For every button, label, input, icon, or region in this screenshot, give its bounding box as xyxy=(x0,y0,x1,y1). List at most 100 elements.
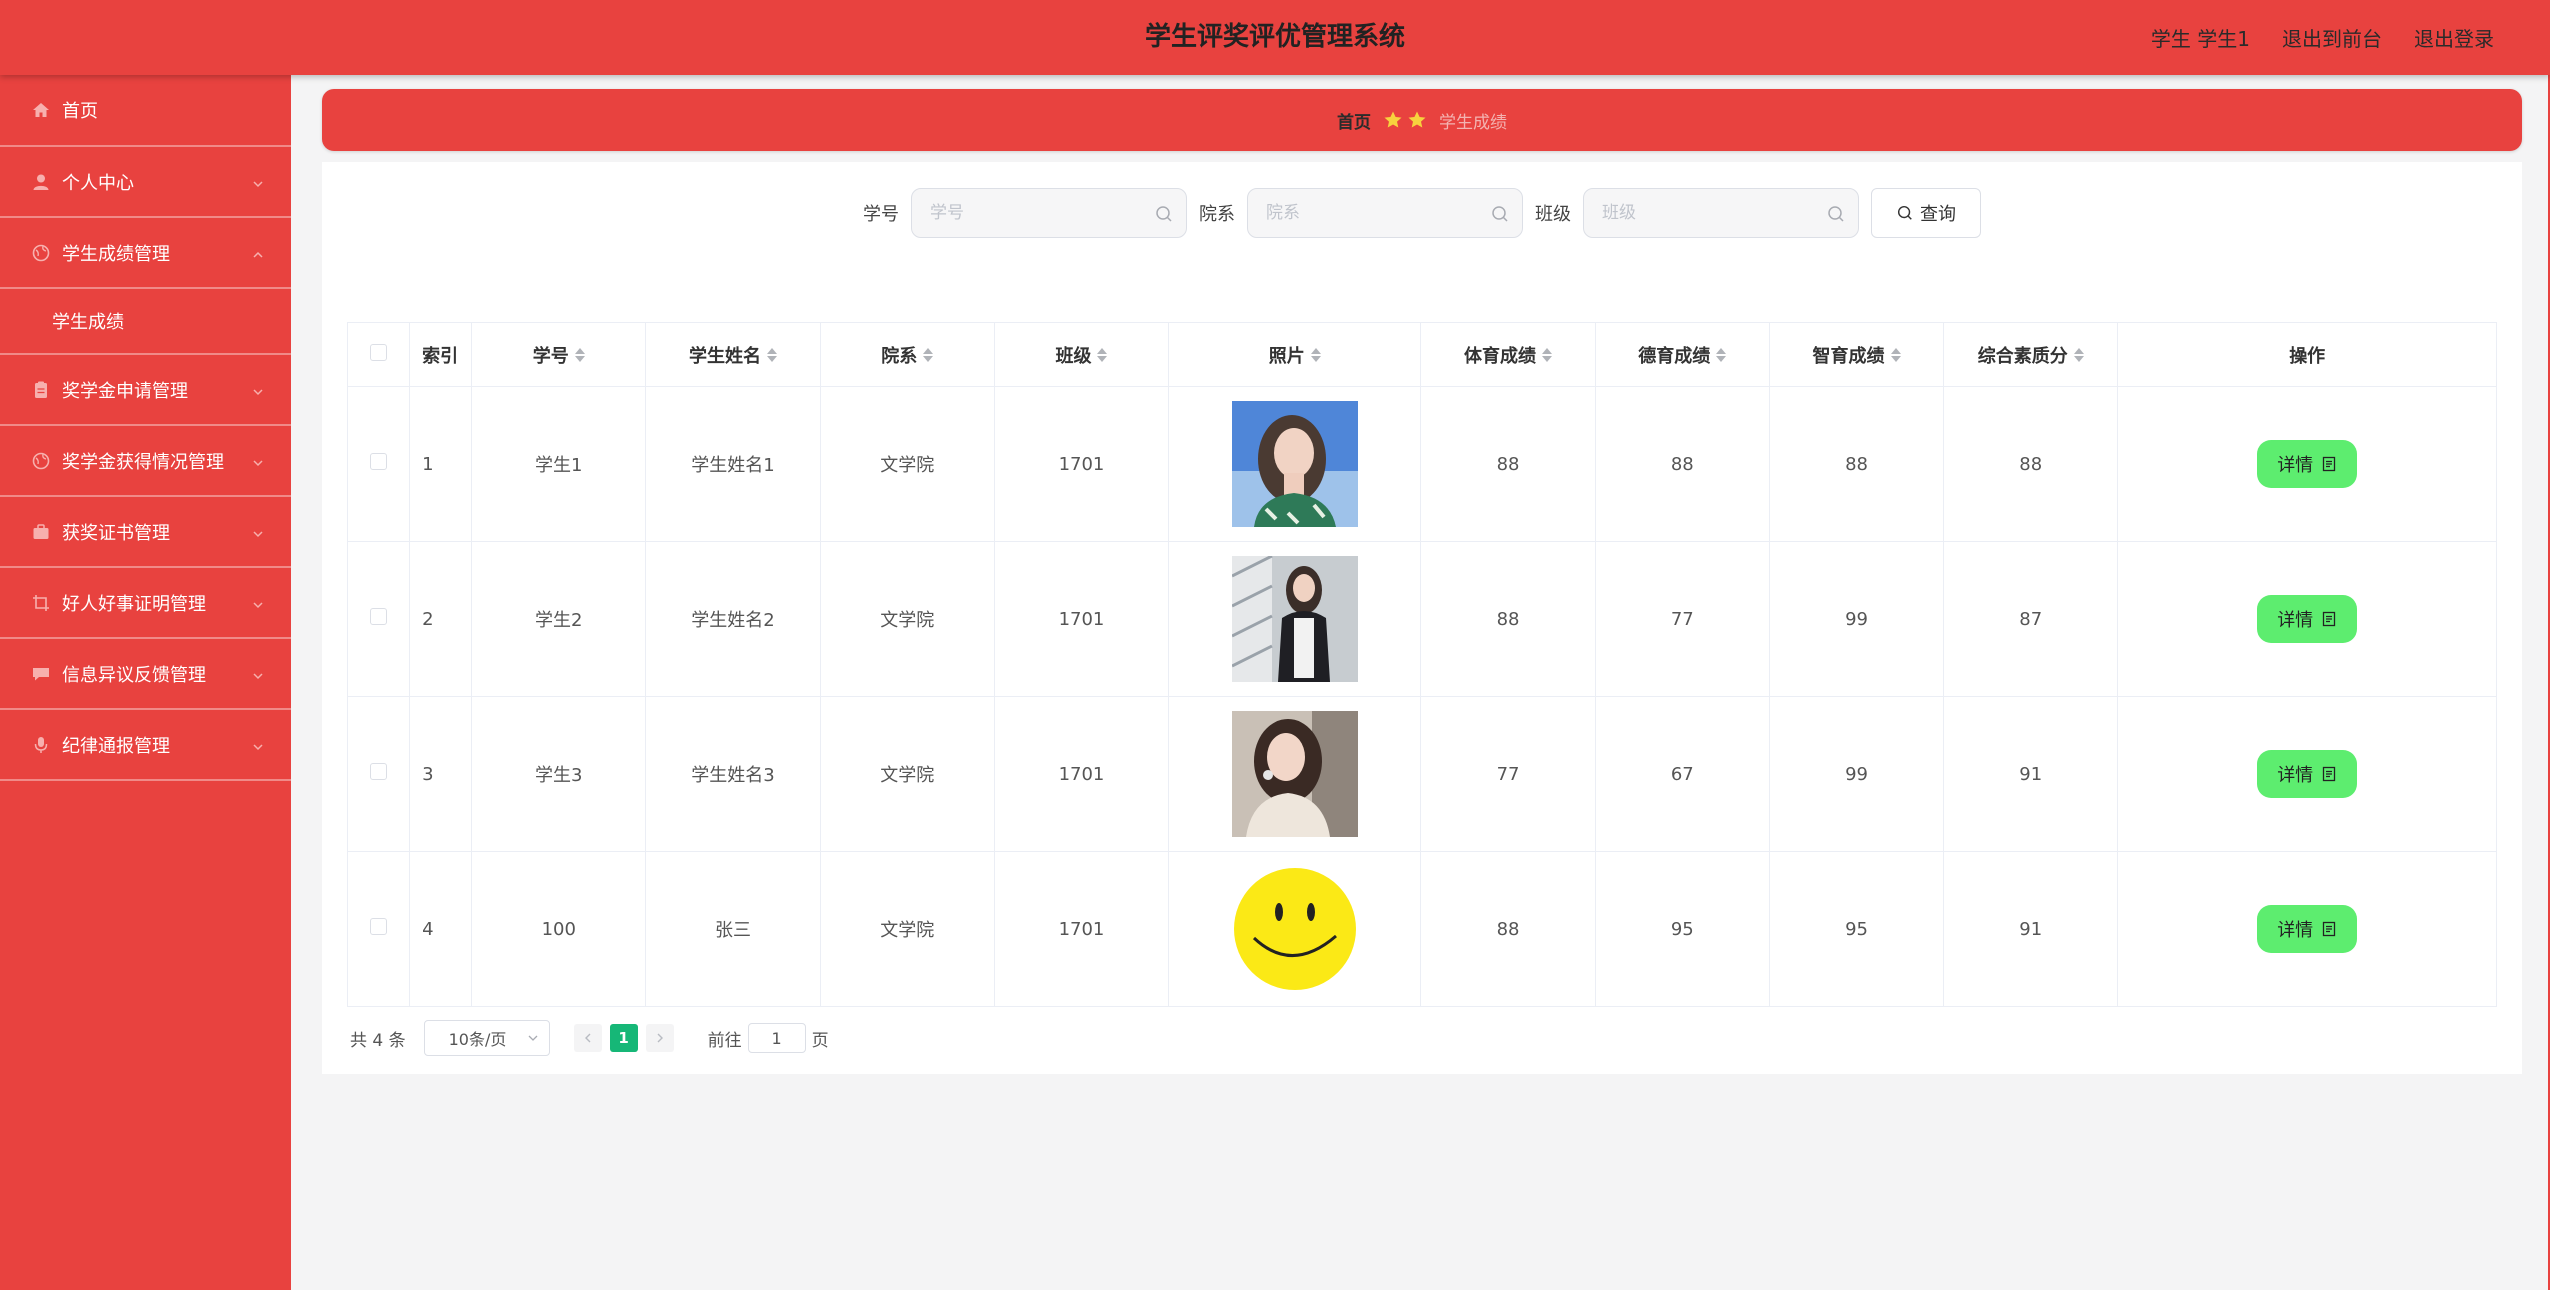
chevron-down-icon xyxy=(251,454,265,468)
column-header-label: 德育成绩 xyxy=(1638,345,1711,367)
column-header-student-id[interactable]: 学号 xyxy=(471,322,647,387)
student-photo[interactable] xyxy=(1231,711,1358,837)
logout-link[interactable]: 退出登录 xyxy=(2414,23,2494,52)
detail-button[interactable]: 详情 xyxy=(2257,440,2358,488)
column-header-moral-score[interactable]: 德育成绩 xyxy=(1594,322,1770,387)
search-icon xyxy=(1828,206,1844,222)
breadcrumb-home[interactable]: 首页 xyxy=(1337,108,1371,133)
sort-icon[interactable] xyxy=(1310,347,1321,362)
row-select-cell xyxy=(346,851,411,1007)
sidebar-item-home[interactable]: 首页 xyxy=(0,75,291,147)
sort-icon[interactable] xyxy=(923,347,934,362)
sidebar-item-label: 奖学金申请管理 xyxy=(62,380,188,402)
sort-icon[interactable] xyxy=(1542,347,1553,362)
cell-department: 文学院 xyxy=(819,696,995,852)
prev-page-button[interactable] xyxy=(573,1024,602,1052)
sort-icon[interactable] xyxy=(1890,347,1901,362)
row-checkbox[interactable] xyxy=(370,763,388,780)
cell-student-name: 学生姓名1 xyxy=(645,386,821,542)
column-header-label: 照片 xyxy=(1268,345,1305,367)
search-label-student-id: 学号 xyxy=(863,204,899,225)
sidebar-item-label: 获奖证书管理 xyxy=(62,522,170,544)
breadcrumb: 首页 学生成绩 xyxy=(322,89,2522,151)
student-id-input[interactable] xyxy=(912,189,1186,237)
cell-intel-score: 99 xyxy=(1768,696,1945,852)
cell-student-id: 学生3 xyxy=(471,696,647,852)
page-number-current[interactable]: 1 xyxy=(609,1024,638,1052)
star-separator-icon xyxy=(1383,110,1427,130)
detail-button-label: 详情 xyxy=(2277,610,2314,631)
detail-button[interactable]: 详情 xyxy=(2257,750,2358,798)
cell-moral-score: 95 xyxy=(1594,851,1770,1007)
page-size-select[interactable]: 10条/页 xyxy=(423,1020,550,1056)
document-icon xyxy=(2323,766,2336,782)
sidebar-subitem-student-grades[interactable]: 学生成绩 xyxy=(0,289,291,355)
sort-icon[interactable] xyxy=(767,347,777,362)
cell-overall-score: 87 xyxy=(1943,541,2119,697)
chevron-left-icon xyxy=(584,1033,591,1043)
sidebar-item-personal-center[interactable]: 个人中心 xyxy=(0,147,291,218)
department-input[interactable] xyxy=(1248,189,1522,237)
sidebar-item-good-deeds[interactable]: 好人好事证明管理 xyxy=(0,568,291,639)
sidebar-item-label: 信息异议反馈管理 xyxy=(62,664,206,686)
page-size-value: 10条/页 xyxy=(448,1030,507,1049)
total-count: 共 4 条 xyxy=(350,1030,406,1051)
sidebar-item-grade-management[interactable]: 学生成绩管理 xyxy=(0,218,291,289)
cell-class: 1701 xyxy=(993,696,1170,852)
column-header-label: 学号 xyxy=(532,345,569,367)
cell-pe-score: 88 xyxy=(1420,386,1596,542)
column-header-photo[interactable]: 照片 xyxy=(1168,322,1422,387)
class-input[interactable] xyxy=(1584,189,1858,237)
row-select-cell xyxy=(346,386,411,542)
sidebar-item-scholarship-application[interactable]: 奖学金申请管理 xyxy=(0,355,291,426)
student-photo[interactable] xyxy=(1231,556,1358,682)
row-checkbox[interactable] xyxy=(370,608,388,625)
column-header-overall-score[interactable]: 综合素质分 xyxy=(1943,322,2119,387)
query-button[interactable]: 查询 xyxy=(1871,188,1981,238)
smiley-face-photo[interactable] xyxy=(1231,866,1358,992)
sidebar-item-label: 学生成绩管理 xyxy=(62,243,170,265)
cell-pe-score: 88 xyxy=(1420,541,1596,697)
column-header-label: 班级 xyxy=(1055,345,1092,367)
detail-button-label: 详情 xyxy=(2277,455,2314,476)
next-page-button[interactable] xyxy=(645,1024,674,1052)
detail-button[interactable]: 详情 xyxy=(2257,595,2358,643)
column-header-department[interactable]: 院系 xyxy=(819,322,995,387)
sidebar-item-discipline[interactable]: 纪律通报管理 xyxy=(0,710,291,781)
cell-department: 文学院 xyxy=(819,386,995,542)
row-checkbox[interactable] xyxy=(370,918,388,935)
search-icon xyxy=(1492,206,1508,222)
sort-icon[interactable] xyxy=(1716,347,1727,362)
sort-icon[interactable] xyxy=(2073,347,2084,362)
goto-suffix: 页 xyxy=(811,1030,829,1051)
sidebar: 首页 个人中心 学生成绩管理 学生成绩 奖学金申请管理 奖学金获得情况管理 获奖… xyxy=(0,75,291,1290)
column-header-intel-score[interactable]: 智育成绩 xyxy=(1768,322,1945,387)
current-user[interactable]: 学生 学生1 xyxy=(2151,23,2250,52)
sort-icon[interactable] xyxy=(574,347,585,362)
column-header-pe-score[interactable]: 体育成绩 xyxy=(1420,322,1596,387)
column-header-student-name[interactable]: 学生姓名 xyxy=(645,322,821,387)
sort-icon[interactable] xyxy=(1097,347,1108,362)
row-checkbox[interactable] xyxy=(370,453,388,470)
goto-page-input[interactable] xyxy=(747,1023,806,1053)
cell-department: 文学院 xyxy=(819,541,995,697)
cell-pe-score: 77 xyxy=(1420,696,1596,852)
table-row: 4 100 张三 文学院 1701 88 95 95 91 详情 xyxy=(346,851,2497,1007)
chevron-down-icon xyxy=(251,383,265,397)
chevron-down-icon xyxy=(251,667,265,681)
sidebar-item-label: 好人好事证明管理 xyxy=(62,593,206,615)
sidebar-item-feedback[interactable]: 信息异议反馈管理 xyxy=(0,639,291,710)
student-photo[interactable] xyxy=(1231,401,1358,527)
column-header-index: 索引 xyxy=(409,322,473,387)
sidebar-item-scholarship-awarded[interactable]: 奖学金获得情况管理 xyxy=(0,426,291,497)
to-front-link[interactable]: 退出到前台 xyxy=(2282,23,2382,52)
cell-actions: 详情 xyxy=(2117,696,2497,852)
cell-class: 1701 xyxy=(993,541,1170,697)
mic-icon xyxy=(30,734,52,756)
sidebar-item-certificate-management[interactable]: 获奖证书管理 xyxy=(0,497,291,568)
row-select-cell xyxy=(346,541,411,697)
detail-button[interactable]: 详情 xyxy=(2257,905,2358,953)
select-all-checkbox[interactable] xyxy=(370,343,388,361)
column-header-class[interactable]: 班级 xyxy=(993,322,1170,387)
cell-class: 1701 xyxy=(993,386,1170,542)
